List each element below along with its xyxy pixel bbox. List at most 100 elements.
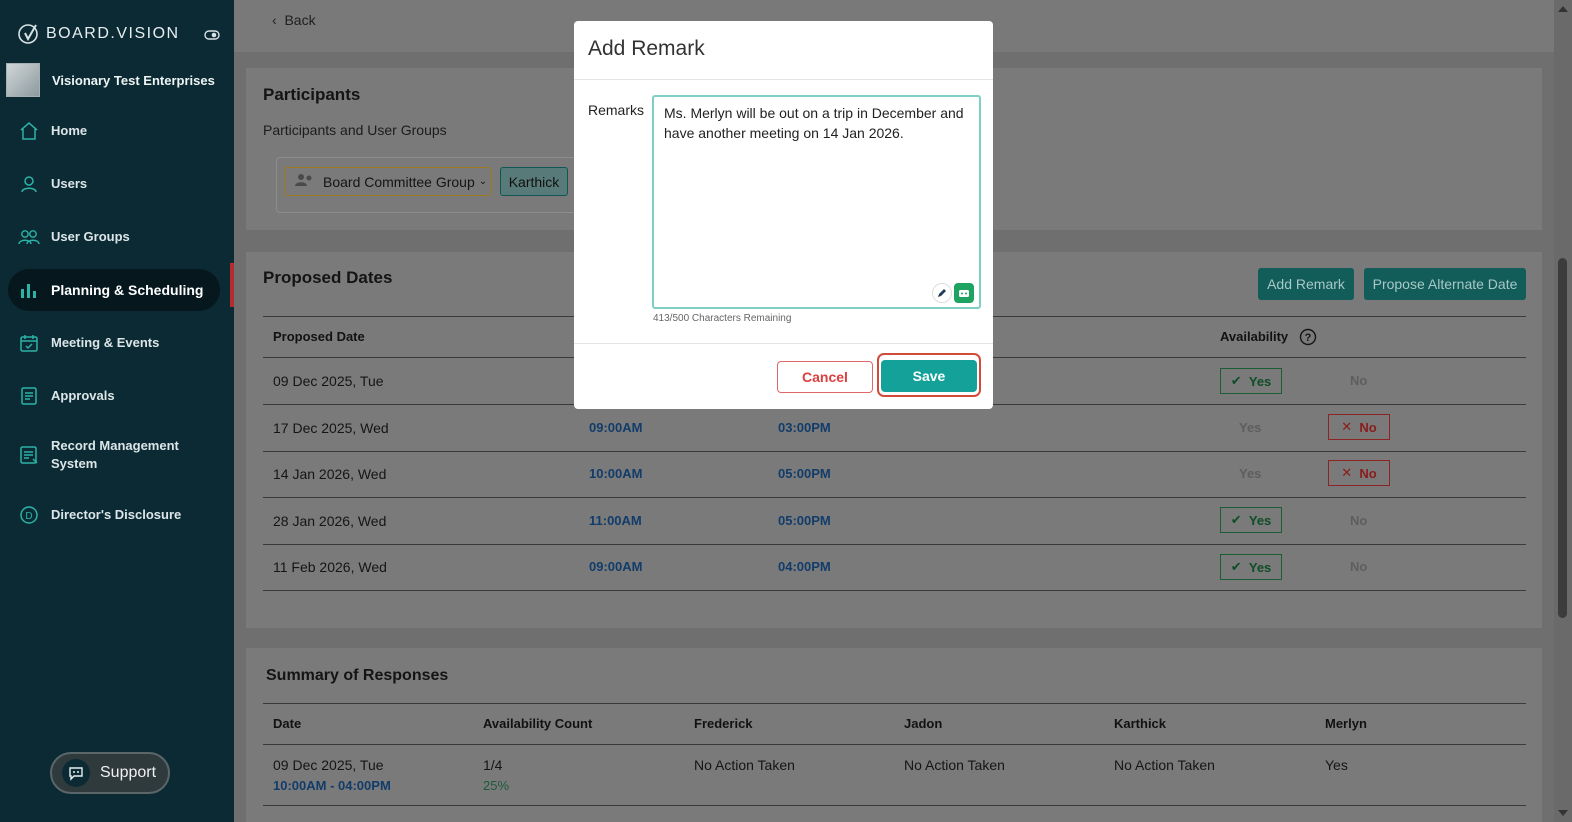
- yes-button[interactable]: ✔ Yes: [1220, 554, 1282, 580]
- pen-icon[interactable]: [932, 283, 952, 303]
- remarks-textarea[interactable]: Ms. Merlyn will be out on a trip in Dece…: [652, 95, 981, 309]
- svg-text:?: ?: [1305, 332, 1312, 344]
- no-option[interactable]: No: [1350, 559, 1367, 574]
- summary-title: Summary of Responses: [266, 667, 449, 684]
- scrollbar-thumb[interactable]: [1558, 258, 1567, 618]
- yes-label: Yes: [1248, 512, 1272, 528]
- sidebar-item-directors-disclosure[interactable]: D Director's Disclosure: [0, 488, 234, 541]
- start-time-cell: 11:00AM: [589, 513, 642, 528]
- check-icon: ✔: [1230, 559, 1242, 574]
- proposed-date-cell: 11 Feb 2026, Wed: [273, 559, 387, 575]
- scroll-up-icon[interactable]: [1558, 6, 1568, 12]
- logo[interactable]: BOARD.VISION: [16, 20, 226, 48]
- end-time-cell: 05:00PM: [778, 513, 831, 528]
- no-label: No: [1359, 419, 1377, 435]
- chevron-down-icon: ⌄: [478, 176, 488, 187]
- home-icon: [18, 120, 40, 142]
- sidebar-item-meeting-events[interactable]: Meeting & Events: [0, 316, 234, 369]
- bar-chart-icon: [18, 279, 40, 301]
- proposed-date-cell: 14 Jan 2026, Wed: [273, 466, 387, 482]
- column-header-karthick: Karthick: [1114, 716, 1167, 731]
- calendar-icon: [18, 332, 40, 354]
- table-divider: [263, 744, 1526, 745]
- summary-percent-cell: 25%: [483, 778, 510, 793]
- add-remark-button[interactable]: Add Remark: [1258, 268, 1354, 300]
- org-avatar: [6, 63, 40, 97]
- sidebar-item-approvals[interactable]: Approvals: [0, 369, 234, 422]
- sidebar-item-label: Home: [51, 122, 88, 138]
- sidebar-item-home[interactable]: Home: [0, 104, 234, 157]
- sidebar-item-label-line2: System: [51, 456, 98, 471]
- sidebar-item-label: Approvals: [51, 387, 115, 403]
- proposed-date-cell: 28 Jan 2026, Wed: [273, 513, 387, 529]
- textarea-tools: [932, 283, 974, 303]
- group-chip[interactable]: Board Committee Group ⌄: [284, 167, 491, 196]
- user-icon: [18, 173, 40, 195]
- proposed-dates-title: Proposed Dates: [263, 268, 393, 287]
- organization-switcher[interactable]: Visionary Test Enterprises: [6, 62, 230, 98]
- characters-remaining: 413/500 Characters Remaining: [653, 313, 792, 324]
- add-remark-modal: Add Remark Remarks Ms. Merlyn will be ou…: [574, 21, 993, 409]
- start-time-cell: 10:00AM: [589, 466, 643, 481]
- x-icon: ✕: [1341, 465, 1353, 480]
- proposed-date-cell: 17 Dec 2025, Wed: [273, 420, 389, 436]
- summary-jadon-cell: No Action Taken: [904, 757, 1005, 773]
- no-option[interactable]: No: [1350, 513, 1367, 528]
- table-divider: [263, 805, 1526, 806]
- back-link[interactable]: ‹ Back: [272, 12, 316, 28]
- proposed-date-cell: 09 Dec 2025, Tue: [273, 373, 384, 389]
- org-name: Visionary Test Enterprises: [52, 72, 215, 88]
- yes-option[interactable]: Yes: [1239, 466, 1261, 481]
- save-button[interactable]: Save: [881, 360, 977, 392]
- sidebar: BOARD.VISION Visionary Test Enterprises …: [0, 0, 234, 822]
- help-icon[interactable]: ?: [1299, 328, 1317, 349]
- records-icon: [18, 444, 40, 466]
- no-button[interactable]: ✕ No: [1328, 414, 1390, 440]
- remarks-label: Remarks: [588, 102, 645, 118]
- sidebar-item-label: Director's Disclosure: [51, 506, 182, 522]
- logo-icon: [16, 21, 40, 48]
- participants-title: Participants: [263, 85, 361, 104]
- cancel-button[interactable]: Cancel: [777, 361, 873, 393]
- sidebar-toggle-icon[interactable]: [204, 28, 220, 44]
- disclosure-icon: D: [18, 504, 40, 526]
- yes-button[interactable]: ✔ Yes: [1220, 368, 1282, 394]
- column-header-availability-count: Availability Count: [483, 716, 593, 731]
- summary-merlyn-cell: Yes: [1325, 757, 1348, 773]
- end-time-cell: 04:00PM: [778, 559, 831, 574]
- sidebar-item-user-groups[interactable]: User Groups: [0, 210, 234, 263]
- yes-option[interactable]: Yes: [1239, 420, 1261, 435]
- scrollbar[interactable]: [1554, 0, 1572, 822]
- column-header-date: Date: [273, 716, 302, 731]
- column-header-frederick: Frederick: [694, 716, 753, 731]
- summary-count-cell: 1/4: [483, 757, 503, 773]
- support-button[interactable]: Support: [50, 752, 170, 794]
- sidebar-item-planning-scheduling[interactable]: Planning & Scheduling: [0, 263, 234, 316]
- table-divider: [263, 497, 1526, 498]
- no-button[interactable]: ✕ No: [1328, 460, 1390, 486]
- yes-button[interactable]: ✔ Yes: [1220, 507, 1282, 533]
- column-header-proposed-date: Proposed Date: [273, 329, 365, 344]
- no-option[interactable]: No: [1350, 373, 1367, 388]
- sidebar-item-label: User Groups: [51, 228, 130, 244]
- participants-subtitle: Participants and User Groups: [263, 122, 447, 138]
- yes-label: Yes: [1248, 559, 1272, 575]
- propose-alternate-date-button[interactable]: Propose Alternate Date: [1364, 268, 1526, 300]
- summary-time-cell: 10:00AM - 04:00PM: [273, 778, 391, 793]
- column-header-availability: Availability: [1220, 329, 1289, 344]
- sidebar-item-record-management[interactable]: Record Management System: [0, 422, 234, 488]
- person-chip[interactable]: Karthick: [500, 167, 568, 196]
- sidebar-item-users[interactable]: Users: [0, 157, 234, 210]
- check-icon: ✔: [1230, 512, 1242, 527]
- sidebar-item-label: Users: [51, 175, 88, 191]
- scroll-down-icon[interactable]: [1558, 810, 1568, 816]
- grammar-assistant-icon[interactable]: [954, 283, 974, 303]
- sidebar-item-label: Planning & Scheduling: [51, 281, 204, 298]
- summary-frederick-cell: No Action Taken: [694, 757, 795, 773]
- end-time-cell: 03:00PM: [778, 420, 831, 435]
- x-icon: ✕: [1341, 419, 1353, 434]
- modal-divider: [574, 343, 993, 344]
- no-label: No: [1359, 465, 1377, 481]
- document-icon: [18, 385, 40, 407]
- chevron-left-icon: ‹: [272, 12, 277, 28]
